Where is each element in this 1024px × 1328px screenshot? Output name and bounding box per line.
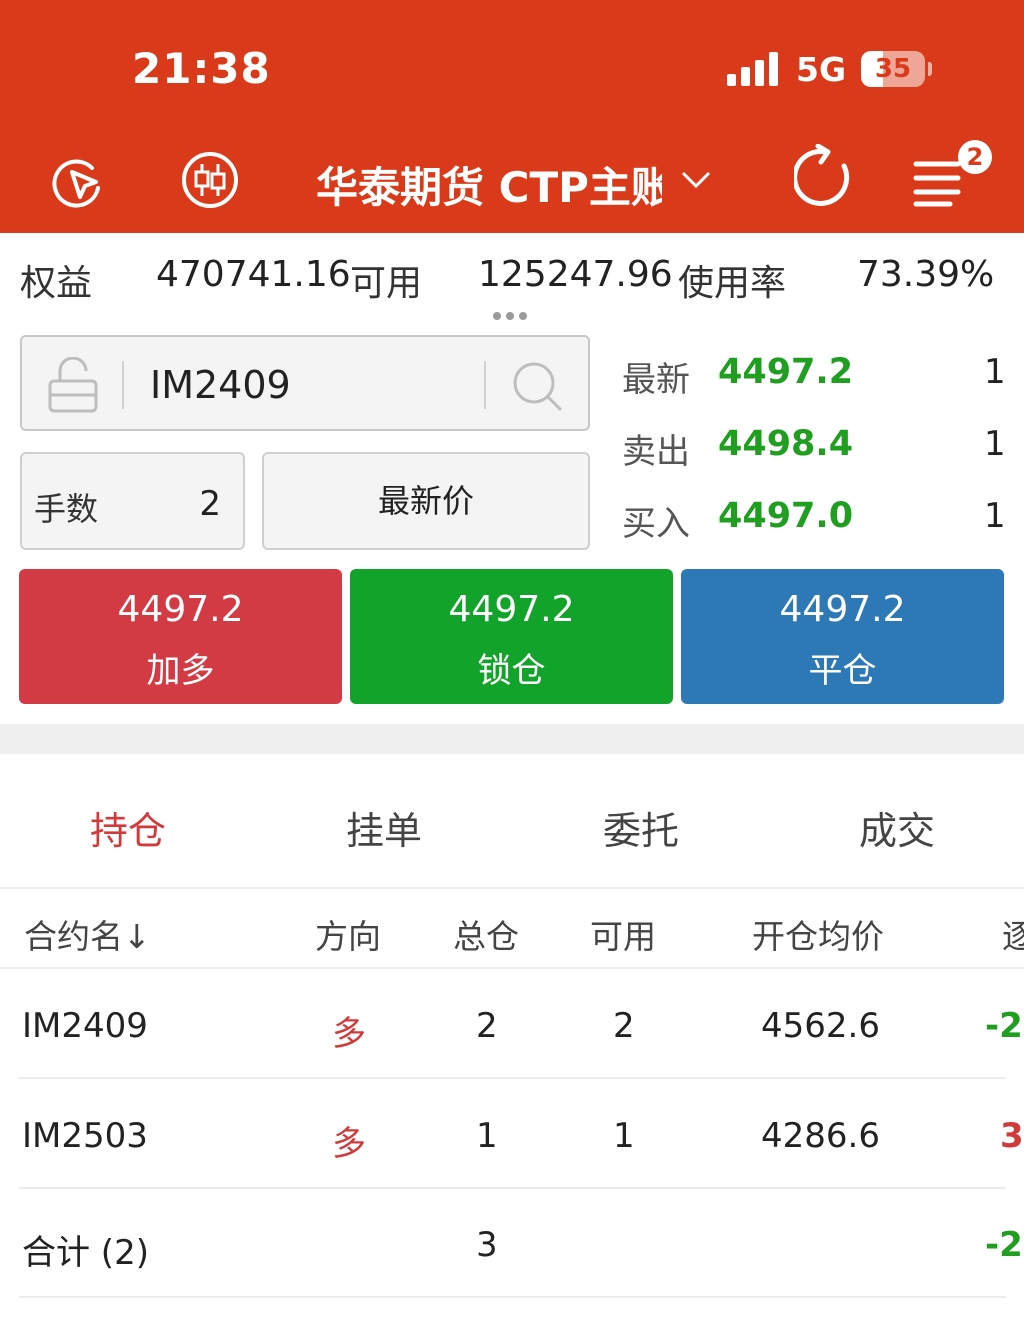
row1-total: 2	[476, 1006, 498, 1046]
lots-value[interactable]: 2	[199, 484, 221, 524]
more-dots-icon[interactable]	[493, 305, 532, 324]
last-price[interactable]: 4497.2	[718, 352, 853, 392]
tab-divider	[0, 887, 1024, 889]
battery-icon: 35	[861, 51, 932, 87]
row-divider	[19, 1296, 1006, 1298]
row1-available: 2	[613, 1006, 635, 1046]
ask-price[interactable]: 4498.4	[718, 424, 853, 464]
summary-total: 3	[476, 1225, 498, 1265]
equity-label: 权益	[20, 263, 93, 304]
row2-available: 1	[613, 1116, 635, 1156]
close-position-label: 平仓	[808, 651, 877, 691]
price-type-button[interactable]: 最新价	[262, 452, 590, 550]
row2-direction: 多	[332, 1124, 366, 1164]
refresh-icon[interactable]	[794, 144, 858, 208]
col-avg-price[interactable]: 开仓均价	[752, 910, 884, 958]
available-label: 可用	[350, 263, 423, 304]
row1-pnl: -2	[985, 1006, 1023, 1046]
buy-long-label: 加多	[146, 651, 215, 691]
col-pnl[interactable]: 逐	[1002, 910, 1024, 958]
usage-value: 73.39%	[857, 254, 995, 295]
row-divider	[19, 1077, 1006, 1079]
lock-position-label: 锁仓	[477, 651, 546, 691]
lots-field[interactable]: 手数 2	[20, 452, 245, 550]
tab-pending[interactable]: 挂单	[346, 800, 422, 855]
notification-badge: 2	[958, 140, 992, 174]
summary-label: 合计 (2)	[22, 1233, 149, 1273]
lots-label: 手数	[34, 490, 99, 528]
bid-volume: 1	[984, 496, 1006, 536]
section-divider	[0, 724, 1024, 754]
row2-contract[interactable]: IM2503	[22, 1116, 148, 1156]
lock-position-price: 4497.2	[448, 589, 575, 630]
bid-label: 买入	[622, 504, 690, 544]
ask-volume: 1	[984, 424, 1006, 464]
col-available[interactable]: 可用	[590, 910, 656, 958]
last-label: 最新	[622, 360, 690, 400]
tab-positions[interactable]: 持仓	[90, 800, 166, 855]
status-time: 21:38	[132, 44, 271, 93]
signal-icon	[727, 52, 778, 86]
lock-position-button[interactable]: 4497.2 锁仓	[350, 569, 673, 704]
cursor-click-icon[interactable]	[48, 150, 108, 210]
col-total[interactable]: 总仓	[453, 910, 519, 958]
candlestick-icon[interactable]	[180, 150, 240, 210]
row1-direction: 多	[332, 1014, 366, 1054]
contract-input[interactable]: IM2409	[150, 363, 291, 407]
network-type: 5G	[796, 50, 847, 89]
row1-avg-price: 4562.6	[761, 1006, 880, 1046]
buy-long-price: 4497.2	[117, 589, 244, 630]
search-icon[interactable]	[510, 359, 564, 413]
buy-long-button[interactable]: 4497.2 加多	[19, 569, 342, 704]
available-value: 125247.96	[478, 254, 673, 295]
tab-orders[interactable]: 委托	[603, 800, 679, 855]
row-divider	[19, 1187, 1006, 1189]
summary-pnl: -2:	[985, 1225, 1024, 1265]
header-divider	[0, 967, 1024, 969]
account-title: 华泰期货 CTP主账户	[316, 163, 662, 212]
account-selector[interactable]: 华泰期货 CTP主账户	[316, 152, 716, 212]
row1-contract[interactable]: IM2409	[22, 1006, 148, 1046]
col-direction[interactable]: 方向	[315, 910, 381, 958]
app-header: 21:38 5G 35 华泰期货 CTP主账户 2	[0, 0, 1024, 233]
equity-value: 470741.16	[156, 254, 351, 295]
row2-total: 1	[476, 1116, 498, 1156]
close-position-button[interactable]: 4497.2 平仓	[681, 569, 1004, 704]
bid-price[interactable]: 4497.0	[718, 496, 853, 536]
usage-label: 使用率	[678, 263, 787, 304]
tab-trades[interactable]: 成交	[859, 800, 935, 855]
last-volume: 1	[984, 352, 1006, 392]
row2-avg-price: 4286.6	[761, 1116, 880, 1156]
row2-pnl: 3	[1000, 1116, 1024, 1156]
close-position-price: 4497.2	[779, 589, 906, 630]
ask-label: 卖出	[622, 432, 690, 472]
unlock-icon[interactable]	[46, 357, 100, 413]
chevron-down-icon	[681, 171, 711, 189]
contract-search[interactable]: IM2409	[20, 335, 590, 431]
col-contract[interactable]: 合约名↓	[24, 910, 151, 958]
battery-level: 35	[874, 54, 912, 84]
